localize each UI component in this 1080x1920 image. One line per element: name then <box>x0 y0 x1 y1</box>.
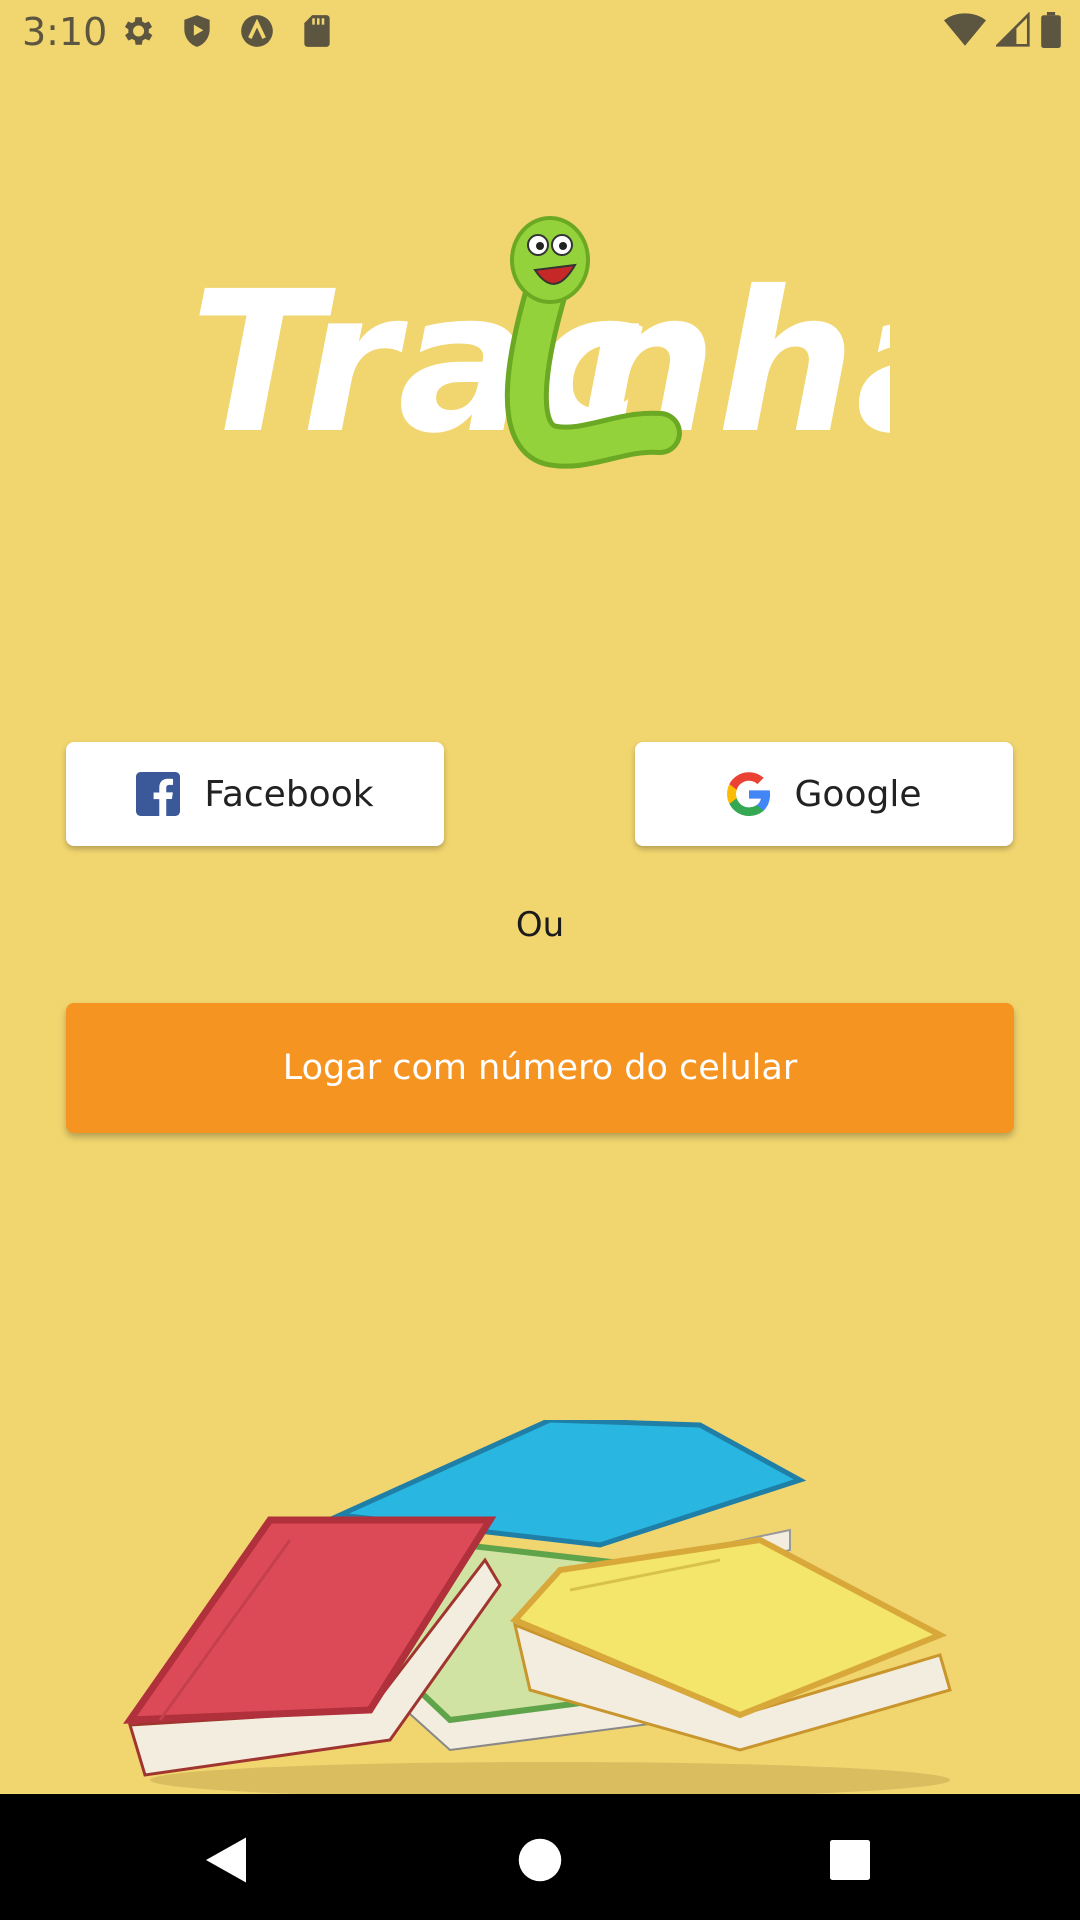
sd-card-icon <box>304 15 330 47</box>
google-login-button[interactable]: Google <box>635 742 1013 846</box>
status-time: 3:10 <box>22 10 108 54</box>
settings-icon <box>124 17 153 45</box>
shield-play-icon <box>184 15 210 47</box>
facebook-login-button[interactable]: Facebook <box>66 742 444 846</box>
or-separator: Ou <box>515 905 565 945</box>
wifi-icon <box>944 13 986 46</box>
phone-login-button[interactable]: Logar com número do celular <box>66 1003 1014 1133</box>
tracinha-logo: Trac nha <box>190 216 890 475</box>
home-icon[interactable] <box>510 1830 570 1890</box>
google-icon <box>726 772 770 816</box>
status-bar: 3:10 <box>0 0 1080 62</box>
battery-icon <box>1041 12 1061 48</box>
facebook-icon <box>136 772 181 816</box>
navigation-bar <box>0 1794 1080 1920</box>
recents-icon[interactable] <box>820 1830 880 1890</box>
books-illustration <box>123 1420 952 1795</box>
a-circle-icon <box>241 15 273 47</box>
back-icon[interactable] <box>196 1830 256 1890</box>
phone-login-label: Logar com número do celular <box>282 1048 798 1088</box>
signal-icon <box>996 12 1030 47</box>
google-label: Google <box>794 773 922 815</box>
facebook-label: Facebook <box>204 773 374 815</box>
